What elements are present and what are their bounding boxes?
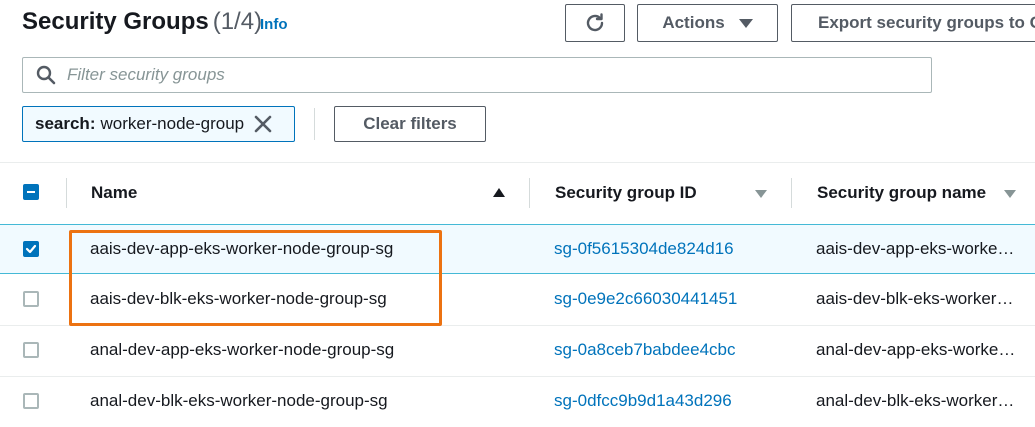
- row-group-id-link[interactable]: sg-0e9e2c66030441451: [554, 289, 737, 309]
- page-title-text: Security Groups: [22, 8, 209, 35]
- divider: [314, 108, 315, 140]
- table-row[interactable]: aais-dev-blk-eks-worker-node-group-sg sg…: [0, 275, 1035, 325]
- filter-token-key: search:: [35, 114, 96, 133]
- column-header-name[interactable]: Name: [91, 183, 137, 203]
- row-group-id-link[interactable]: sg-0dfcc9b9d1a43d296: [554, 391, 732, 411]
- column-header-group-id[interactable]: Security group ID: [555, 183, 697, 203]
- sort-icon[interactable]: [1004, 190, 1016, 198]
- indeterminate-icon: [27, 191, 35, 193]
- actions-button[interactable]: Actions: [637, 4, 778, 42]
- row-checkbox[interactable]: [23, 393, 39, 409]
- row-group-id-link[interactable]: sg-0a8ceb7babdee4cbc: [554, 340, 735, 360]
- refresh-icon: [586, 13, 604, 32]
- filter-token-value: worker-node-group: [100, 114, 245, 133]
- row-name: anal-dev-blk-eks-worker-node-group-sg: [90, 391, 388, 410]
- export-label: Export security groups to CSV: [818, 13, 1035, 32]
- search-icon: [36, 65, 56, 85]
- row-name: anal-dev-app-eks-worker-node-group-sg: [90, 340, 395, 359]
- column-divider: [66, 178, 67, 208]
- sort-ascending-icon[interactable]: [493, 188, 505, 197]
- clear-filters-button[interactable]: Clear filters: [334, 106, 486, 142]
- row-group-name: anal-dev-blk-eks-worker-node-group-sg: [816, 391, 1016, 410]
- page-title: Security Groups (1/4): [22, 8, 262, 36]
- selection-count: (1/4): [212, 8, 263, 35]
- caret-down-icon: [738, 18, 753, 28]
- row-group-id-link[interactable]: sg-0f5615304de824d16: [554, 239, 734, 259]
- close-icon: [254, 115, 272, 133]
- row-checkbox[interactable]: [23, 241, 39, 257]
- row-name: aais-dev-app-eks-worker-node-group-sg: [90, 239, 394, 258]
- filter-token: search: worker-node-group: [22, 106, 295, 142]
- clear-filters-label: Clear filters: [363, 114, 457, 133]
- export-csv-button[interactable]: Export security groups to CSV: [791, 4, 1035, 42]
- column-divider: [529, 178, 530, 208]
- table-row[interactable]: anal-dev-app-eks-worker-node-group-sg sg…: [0, 326, 1035, 376]
- table-row[interactable]: aais-dev-app-eks-worker-node-group-sg sg…: [0, 224, 1035, 274]
- search-placeholder: Filter security groups: [67, 65, 225, 84]
- check-icon: [25, 244, 37, 254]
- row-group-name: aais-dev-blk-eks-worker-node-group-sg: [816, 289, 1016, 308]
- row-name: aais-dev-blk-eks-worker-node-group-sg: [90, 289, 387, 308]
- refresh-button[interactable]: [565, 4, 625, 42]
- actions-label: Actions: [662, 13, 725, 32]
- remove-filter-button[interactable]: [254, 115, 272, 133]
- search-input[interactable]: Filter security groups: [22, 57, 932, 93]
- sort-icon[interactable]: [755, 190, 767, 198]
- row-checkbox[interactable]: [23, 342, 39, 358]
- row-group-name: aais-dev-app-eks-worker-node-group-sg: [816, 239, 1016, 258]
- table-row[interactable]: anal-dev-blk-eks-worker-node-group-sg sg…: [0, 377, 1035, 427]
- column-divider: [791, 178, 792, 208]
- info-link[interactable]: Info: [260, 16, 288, 33]
- table-header: Name Security group ID Security group na…: [0, 163, 1035, 224]
- column-header-group-name[interactable]: Security group name: [817, 183, 986, 203]
- select-all-checkbox[interactable]: [23, 184, 39, 200]
- row-checkbox[interactable]: [23, 291, 39, 307]
- row-group-name: anal-dev-app-eks-worker-node-group-sg: [816, 340, 1016, 359]
